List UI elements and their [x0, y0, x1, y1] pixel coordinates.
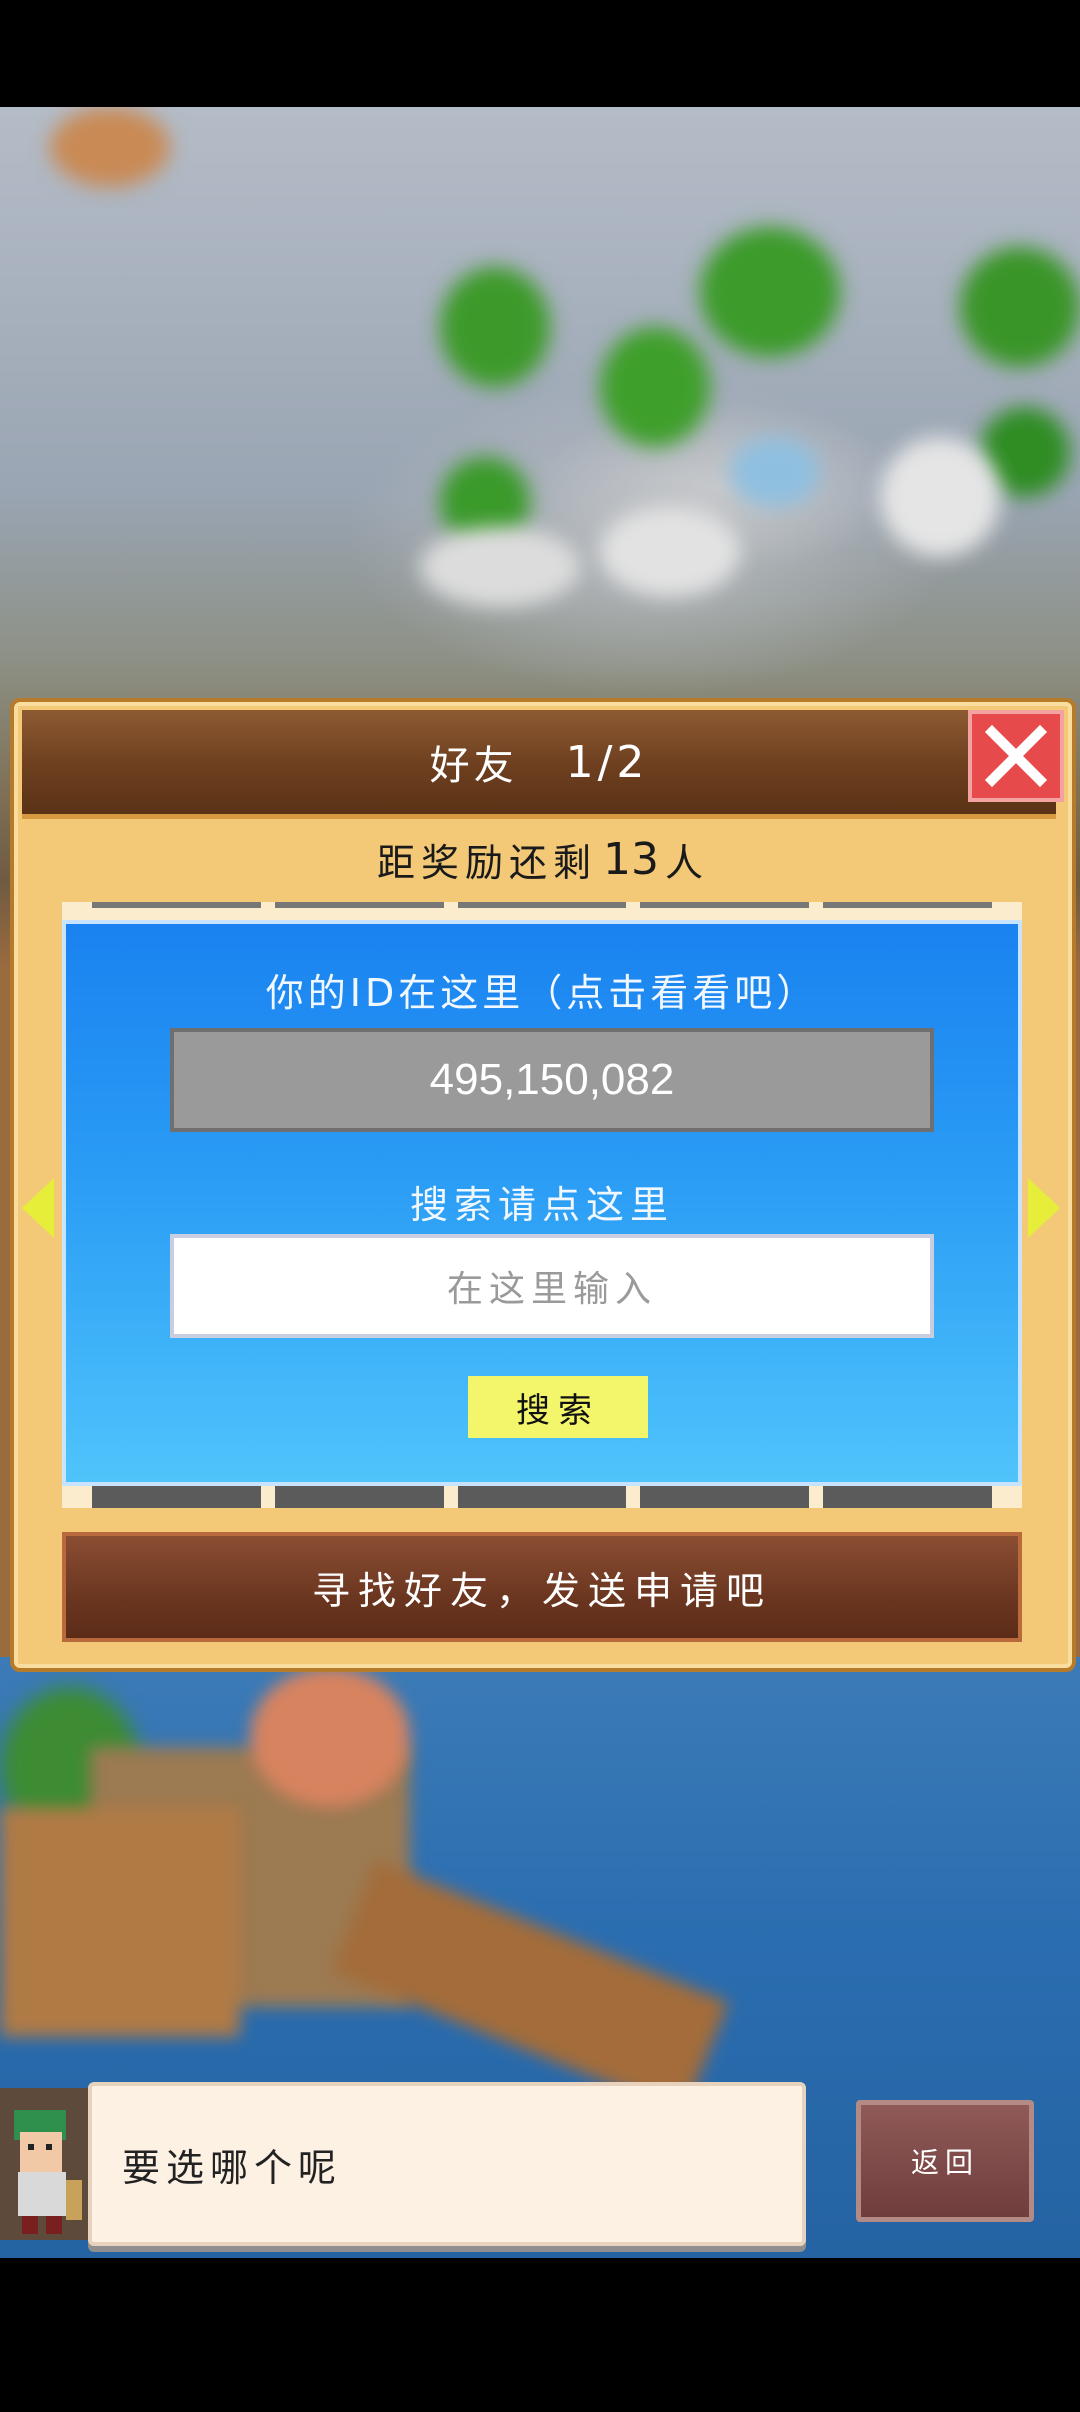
tab-segment [823, 902, 992, 908]
dialog-header: 好友 1/2 [22, 710, 1056, 819]
back-button[interactable]: 返回 [856, 2100, 1034, 2222]
search-input[interactable]: 在这里输入 [170, 1234, 934, 1338]
search-button[interactable]: 搜索 [468, 1376, 648, 1438]
id-label: 你的ID在这里（点击看看吧） [265, 971, 819, 1015]
tab-segment[interactable] [274, 1486, 444, 1508]
character-icon [0, 2088, 92, 2240]
tab-segment[interactable] [640, 1486, 810, 1508]
tab-segment [457, 902, 627, 908]
find-friends-button[interactable]: 寻找好友，发送申请吧 [62, 1532, 1022, 1642]
reward-suffix: 人 [665, 840, 710, 885]
page-tabs-bottom [62, 1486, 1022, 1508]
reward-count: 13 [603, 833, 659, 885]
tab-segment [274, 902, 444, 908]
close-button[interactable] [968, 710, 1064, 802]
tab-segment[interactable] [823, 1486, 992, 1508]
arrow-left-icon[interactable] [22, 1178, 54, 1238]
friends-dialog: 好友 1/2 距奖励还剩 13 人 你的ID在这里（点击看看吧） 495,150… [10, 698, 1076, 1672]
close-icon [984, 724, 1048, 788]
arrow-right-icon[interactable] [1028, 1178, 1060, 1238]
tab-segment [92, 902, 261, 908]
dialog-title: 好友 1/2 [22, 710, 1056, 814]
bottom-bar-area [0, 2258, 1080, 2412]
status-bar-area [0, 0, 1080, 107]
reward-prefix: 距奖励还剩 [376, 840, 597, 885]
page-indicator: 1/2 [565, 736, 649, 788]
player-id-box[interactable]: 495,150,082 [170, 1028, 934, 1132]
search-panel: 你的ID在这里（点击看看吧） 495,150,082 搜索请点这里 在这里输入 … [62, 920, 1022, 1486]
reward-progress: 距奖励还剩 13 人 [14, 824, 1072, 894]
tab-segment [640, 902, 810, 908]
avatar [0, 2088, 92, 2240]
tab-segment[interactable] [92, 1486, 261, 1508]
search-label: 搜索请点这里 [409, 1183, 674, 1227]
page-tabs-top [62, 902, 1022, 920]
dialog-title-text: 好友 [429, 743, 518, 789]
message-box: 要选哪个呢 [88, 2082, 806, 2246]
tab-segment[interactable] [457, 1486, 627, 1508]
